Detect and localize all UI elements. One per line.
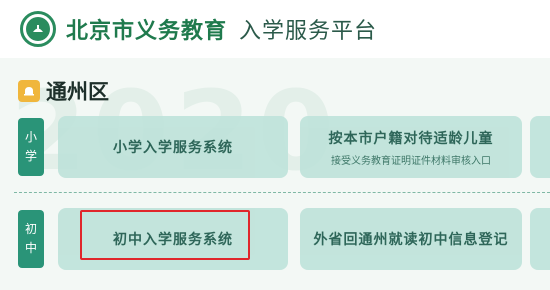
primary-enrollment-system-card[interactable]: 小学入学服务系统	[58, 116, 288, 178]
middle-enrollment-system-card[interactable]: 初中入学服务系统	[58, 208, 288, 270]
card-title: 初中入学服务系统	[113, 232, 233, 248]
outside-province-registration-card[interactable]: 外省回通州就读初中信息登记	[300, 208, 522, 270]
card-title: 按本市户籍对待适龄儿童	[328, 130, 494, 147]
middle-school-tag: 初 中	[18, 210, 44, 268]
primary-school-tag: 小 学	[18, 118, 44, 176]
tag-char: 学	[24, 149, 37, 163]
site-subtitle: 入学服务平台	[239, 19, 378, 44]
partial-card[interactable]	[530, 116, 550, 178]
section-divider	[14, 192, 550, 193]
card-title: 小学入学服务系统	[113, 140, 233, 156]
tag-char: 初	[24, 221, 37, 236]
logo	[20, 11, 56, 47]
site-title: 北京市义务教育	[66, 19, 228, 44]
header: 北京市义务教育 入学服务平台	[0, 0, 550, 58]
tag-char: 中	[24, 241, 37, 255]
tag-char: 小	[24, 129, 37, 144]
bell-icon	[18, 80, 40, 102]
card-title: 外省回通州就读初中信息登记	[313, 232, 509, 248]
district-label: 通州区	[46, 80, 109, 104]
logo-emblem-icon	[26, 17, 50, 41]
partial-card[interactable]	[530, 208, 550, 270]
district-heading: 通州区	[18, 76, 109, 106]
age-appropriate-children-card[interactable]: 按本市户籍对待适龄儿童 接受义务教育证明证件材料审核入口	[300, 116, 522, 178]
card-subtitle: 接受义务教育证明证件材料审核入口	[331, 155, 491, 167]
main-content: 2020 通州区 小 学 小学入学服务系统 按本市户籍对待适龄儿童 接受义务教育…	[0, 58, 550, 290]
